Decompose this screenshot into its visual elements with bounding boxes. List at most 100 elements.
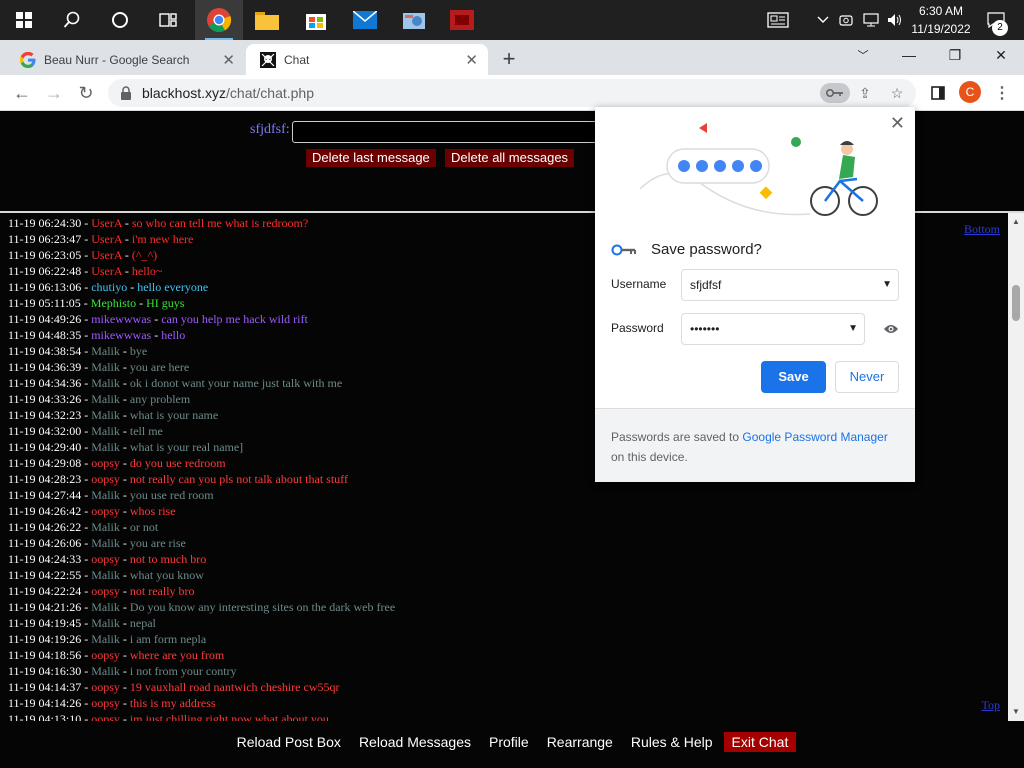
separator: - <box>119 536 130 550</box>
separator: - <box>81 440 92 454</box>
message-user: Malik <box>91 392 120 406</box>
message-row: 11-19 04:18:56 - oopsy - where are you f… <box>8 647 395 663</box>
separator: - <box>81 664 92 678</box>
folder-icon <box>255 12 279 30</box>
password-label: Password <box>611 321 664 335</box>
tab-chat[interactable]: Chat ✕ <box>246 44 488 75</box>
separator: - <box>81 616 92 630</box>
separator: - <box>81 600 92 614</box>
separator: - <box>81 504 92 518</box>
password-key-button[interactable] <box>820 83 850 103</box>
chat-bottom-nav: Reload Post Box Reload Messages Profile … <box>0 730 1024 754</box>
password-manager-link[interactable]: Google Password Manager <box>742 430 887 444</box>
camera-tray[interactable] <box>836 0 856 40</box>
window-close-button[interactable]: ✕ <box>978 40 1024 70</box>
password-select[interactable]: ••••••• ▼ <box>681 313 865 345</box>
message-list: 11-19 06:24:30 - UserA - so who can tell… <box>8 215 395 721</box>
message-timestamp: 11-19 04:21:26 <box>8 600 82 614</box>
reload-button[interactable]: ↻ <box>72 79 100 107</box>
message-row: 11-19 04:13:10 - oopsy - im just chillin… <box>8 711 395 721</box>
scroll-thumb[interactable] <box>1012 285 1020 321</box>
taskbar-control-panel[interactable] <box>390 0 438 40</box>
message-timestamp: 11-19 04:32:00 <box>8 424 82 438</box>
task-view-button[interactable] <box>144 0 192 40</box>
menu-button[interactable]: ⋮ <box>988 79 1016 107</box>
bookmark-button[interactable]: ☆ <box>886 83 908 103</box>
message-row: 11-19 04:14:37 - oopsy - 19 vauxhall roa… <box>8 679 395 695</box>
news-widget[interactable] <box>762 0 794 40</box>
volume-tray[interactable] <box>884 0 906 40</box>
taskbar-mail[interactable] <box>341 0 389 40</box>
separator: - <box>119 344 130 358</box>
system-clock[interactable]: 6:30 AM 11/19/2022 <box>906 2 976 38</box>
forward-button[interactable]: → <box>40 79 68 107</box>
separator: - <box>81 536 92 550</box>
message-input[interactable] <box>292 121 612 143</box>
separator: - <box>81 488 92 502</box>
taskbar-chrome[interactable] <box>195 0 243 40</box>
profile-avatar[interactable]: C <box>959 81 981 103</box>
taskbar-app-red[interactable] <box>438 0 486 40</box>
profile-link[interactable]: Profile <box>480 730 538 754</box>
separator: - <box>119 712 130 721</box>
network-icon <box>863 13 879 27</box>
kebab-menu-icon: ⋮ <box>994 85 1010 102</box>
save-button[interactable]: Save <box>761 361 826 393</box>
rules-help-link[interactable]: Rules & Help <box>622 730 722 754</box>
close-icon[interactable]: ✕ <box>465 51 478 69</box>
new-tab-button[interactable]: + <box>496 46 522 72</box>
share-button[interactable]: ⇪ <box>854 83 876 103</box>
message-user: Malik <box>91 568 120 582</box>
star-icon: ☆ <box>890 84 904 101</box>
maximize-button[interactable]: ❐ <box>932 40 978 70</box>
taskbar-file-explorer[interactable] <box>243 0 291 40</box>
tab-google-search[interactable]: Beau Nurr - Google Search ✕ <box>0 44 245 75</box>
cortana-button[interactable] <box>96 0 144 40</box>
message-user: UserA <box>91 264 122 278</box>
message-row: 11-19 04:22:24 - oopsy - not really bro <box>8 583 395 599</box>
share-icon: ⇪ <box>859 84 871 101</box>
scrollbar[interactable]: ▲ ▼ <box>1008 213 1024 721</box>
message-text: nepal <box>129 616 156 630</box>
rearrange-link[interactable]: Rearrange <box>538 730 622 754</box>
plus-icon: + <box>502 46 516 71</box>
message-timestamp: 11-19 04:27:44 <box>8 488 82 502</box>
message-text: i'm new here <box>131 232 194 246</box>
scroll-up-icon[interactable]: ▲ <box>1011 217 1021 226</box>
message-row: 11-19 04:19:45 - Malik - nepal <box>8 615 395 631</box>
reload-messages-link[interactable]: Reload Messages <box>350 730 480 754</box>
address-bar[interactable]: blackhost.xyz/chat/chat.php ⇪ ☆ <box>108 79 916 107</box>
eye-icon[interactable] <box>883 323 899 335</box>
close-icon[interactable]: ✕ <box>222 51 235 69</box>
username-select[interactable]: sfjdfsf ▼ <box>681 269 899 301</box>
chevron-down-icon: ﹀ <box>857 50 869 62</box>
tab-title: Beau Nurr - Google Search <box>44 52 190 67</box>
message-timestamp: 11-19 04:14:37 <box>8 680 82 694</box>
control-panel-icon <box>403 13 425 29</box>
delete-last-message-button[interactable]: Delete last message <box>306 149 436 167</box>
back-button[interactable]: ← <box>8 79 36 107</box>
network-tray[interactable] <box>860 0 882 40</box>
reload-post-box-link[interactable]: Reload Post Box <box>228 730 350 754</box>
separator: - <box>119 440 130 454</box>
message-text: not really bro <box>129 584 195 598</box>
scroll-down-icon[interactable]: ▼ <box>1011 707 1021 716</box>
message-row: 11-19 04:34:36 - Malik - ok i donot want… <box>8 375 395 391</box>
show-hidden-icons[interactable] <box>812 0 834 40</box>
bottom-link[interactable]: Bottom <box>964 222 1000 237</box>
never-button[interactable]: Never <box>835 361 899 393</box>
side-panel-button[interactable] <box>924 79 952 107</box>
search-button[interactable] <box>48 0 96 40</box>
taskbar-store[interactable] <box>292 0 340 40</box>
start-button[interactable] <box>0 0 48 40</box>
message-row: 11-19 04:32:00 - Malik - tell me <box>8 423 395 439</box>
exit-chat-button[interactable]: Exit Chat <box>723 732 797 752</box>
tab-search-button[interactable]: ﹀ <box>840 40 886 70</box>
minimize-button[interactable]: — <box>886 40 932 70</box>
separator: - <box>81 680 92 694</box>
message-user: UserA <box>91 248 122 262</box>
delete-all-messages-button[interactable]: Delete all messages <box>445 149 575 167</box>
close-icon[interactable]: ✕ <box>890 113 905 134</box>
notification-center[interactable]: 2 <box>976 0 1016 40</box>
top-link[interactable]: Top <box>982 698 1001 713</box>
